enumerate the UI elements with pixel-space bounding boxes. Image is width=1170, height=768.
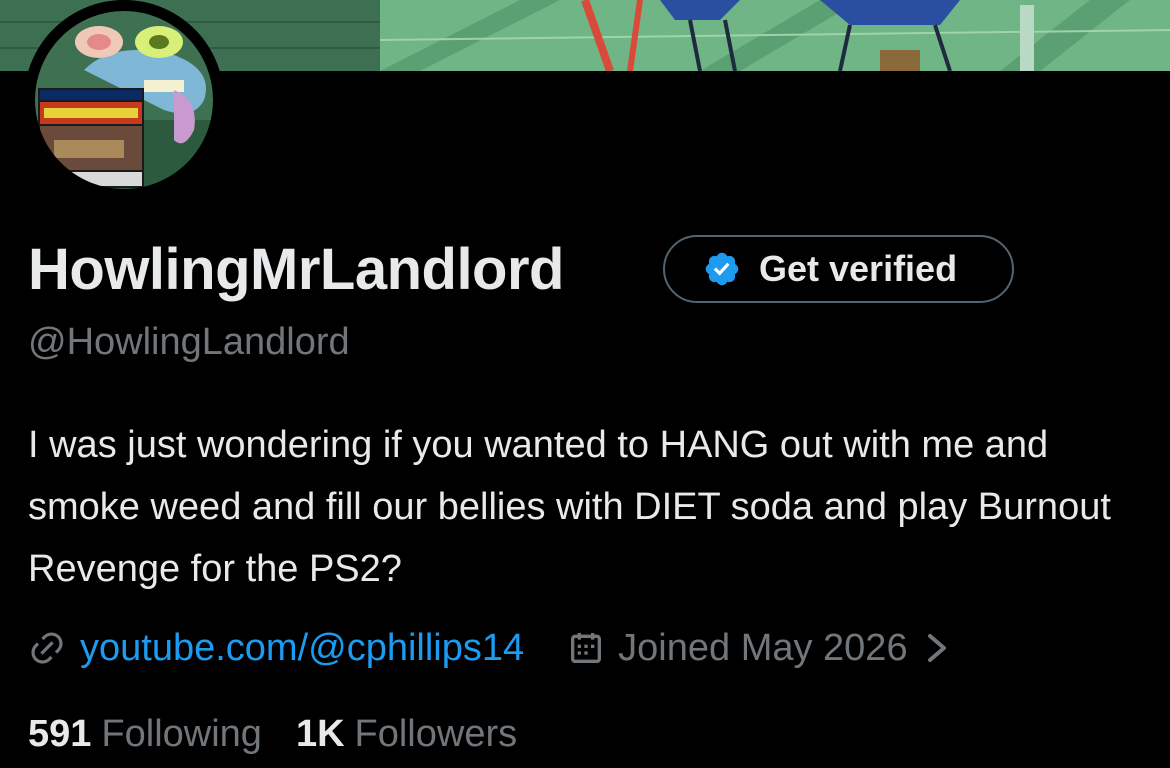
profile-bio: I was just wondering if you wanted to HA… <box>28 424 1111 590</box>
profile-page: HowlingMrLandlord Get verified @HowlingL… <box>0 0 1170 768</box>
following-count: 591 <box>28 712 92 755</box>
get-verified-button[interactable]: Get verified <box>663 235 1014 303</box>
website-link[interactable]: youtube.com/@cphillips14 <box>80 627 524 670</box>
followers-link[interactable]: 1K Followers <box>296 713 517 756</box>
get-verified-label: Get verified <box>759 248 958 289</box>
following-label: Following <box>101 712 262 755</box>
profile-meta-row: youtube.com/@cphillips14 Joined May 2026 <box>28 622 950 674</box>
followers-count: 1K <box>295 712 345 755</box>
following-link[interactable]: 591 Following <box>28 713 262 756</box>
calendar-icon <box>566 628 606 668</box>
follow-stats: 591 Following 1K Followers <box>28 708 517 760</box>
profile-avatar[interactable] <box>24 0 224 200</box>
avatar-image <box>24 0 224 200</box>
chevron-right-icon[interactable] <box>924 633 950 663</box>
joined-date[interactable]: Joined May 2026 <box>618 627 907 670</box>
verified-badge-icon <box>703 250 741 288</box>
display-name: HowlingMrLandlord <box>28 237 565 302</box>
followers-label: Followers <box>354 712 518 755</box>
user-handle: @HowlingLandlord <box>28 321 350 363</box>
link-icon <box>28 629 66 667</box>
